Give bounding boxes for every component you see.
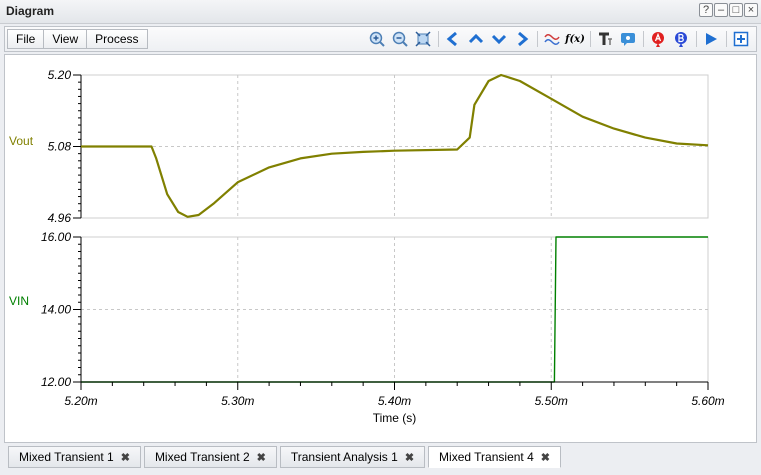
tab-label: Mixed Transient 1	[19, 450, 114, 464]
cursor-a-icon[interactable]	[649, 30, 667, 48]
tab-mixed-transient-4[interactable]: Mixed Transient 4 ✖	[428, 446, 561, 468]
zoom-out-icon[interactable]	[391, 30, 409, 48]
separator	[643, 31, 644, 47]
menu-process[interactable]: Process	[86, 29, 148, 49]
arrow-down-icon[interactable]	[490, 30, 508, 48]
tab-mixed-transient-1[interactable]: Mixed Transient 1 ✖	[8, 446, 141, 468]
fx-icon[interactable]: f(x)	[565, 30, 585, 48]
y-tick-label: 5.20	[48, 68, 72, 82]
fx-label: f(x)	[565, 33, 585, 45]
tab-label: Transient Analysis 1	[290, 450, 398, 464]
diagram-area[interactable]: 4.96 5.08 5.20 Vout 12.00 14.00 16.00 VIN 5.20m 5…	[4, 54, 757, 443]
window-controls: ? – □ ×	[699, 3, 758, 17]
play-icon[interactable]	[702, 30, 720, 48]
separator	[726, 31, 727, 47]
x-axis-label: Time (s)	[373, 411, 417, 425]
separator	[590, 31, 591, 47]
toolbar: File View Process f(x)	[4, 26, 757, 52]
x-tick-label: 5.40m	[378, 394, 411, 408]
series-label: Vout	[9, 134, 34, 148]
separator	[537, 31, 538, 47]
title-bar: Diagram ? – □ ×	[0, 0, 761, 24]
maximize-button[interactable]: □	[729, 3, 743, 17]
menu-file[interactable]: File	[7, 29, 45, 49]
x-tick-label: 5.30m	[221, 394, 254, 408]
help-button[interactable]: ?	[699, 3, 713, 17]
cursor-b-icon[interactable]	[672, 30, 690, 48]
tab-close-icon[interactable]: ✖	[541, 452, 550, 464]
window-title: Diagram	[6, 4, 55, 18]
tab-label: Mixed Transient 4	[439, 450, 534, 464]
x-tick-label: 5.60m	[691, 394, 724, 408]
close-button[interactable]: ×	[744, 3, 758, 17]
minimize-button[interactable]: –	[714, 3, 728, 17]
arrow-up-icon[interactable]	[467, 30, 485, 48]
tab-bar: Mixed Transient 1 ✖ Mixed Transient 2 ✖ Tr…	[8, 446, 564, 468]
x-tick-label: 5.50m	[535, 394, 568, 408]
separator	[438, 31, 439, 47]
export-icon[interactable]	[732, 30, 750, 48]
waveform-icon[interactable]	[543, 30, 561, 48]
menu-view[interactable]: View	[43, 29, 88, 49]
tab-close-icon[interactable]: ✖	[121, 452, 130, 464]
y-tick-label: 14.00	[41, 303, 71, 317]
x-tick-label: 5.20m	[64, 394, 97, 408]
y-tick-label: 5.08	[48, 140, 72, 154]
text-icon[interactable]	[596, 30, 614, 48]
zoom-in-icon[interactable]	[368, 30, 386, 48]
series-label: VIN	[9, 294, 29, 308]
y-tick-label: 4.96	[48, 211, 72, 225]
menu-bar: File View Process	[7, 29, 148, 49]
tool-icons: f(x)	[363, 29, 750, 49]
tab-close-icon[interactable]: ✖	[405, 452, 414, 464]
chart-svg[interactable]: 4.96 5.08 5.20 Vout 12.00 14.00 16.00 VIN 5.20m 5…	[5, 55, 756, 442]
tab-close-icon[interactable]: ✖	[257, 452, 266, 464]
tab-transient-analysis-1[interactable]: Transient Analysis 1 ✖	[279, 446, 426, 468]
tab-label: Mixed Transient 2	[154, 450, 250, 464]
comment-icon[interactable]	[619, 30, 637, 48]
tab-mixed-transient-2[interactable]: Mixed Transient 2 ✖	[143, 446, 277, 468]
arrow-left-icon[interactable]	[444, 30, 462, 48]
fit-icon[interactable]	[414, 30, 432, 48]
y-tick-label: 16.00	[41, 230, 71, 244]
y-tick-label: 12.00	[41, 375, 71, 389]
separator	[696, 31, 697, 47]
arrow-right-icon[interactable]	[513, 30, 531, 48]
